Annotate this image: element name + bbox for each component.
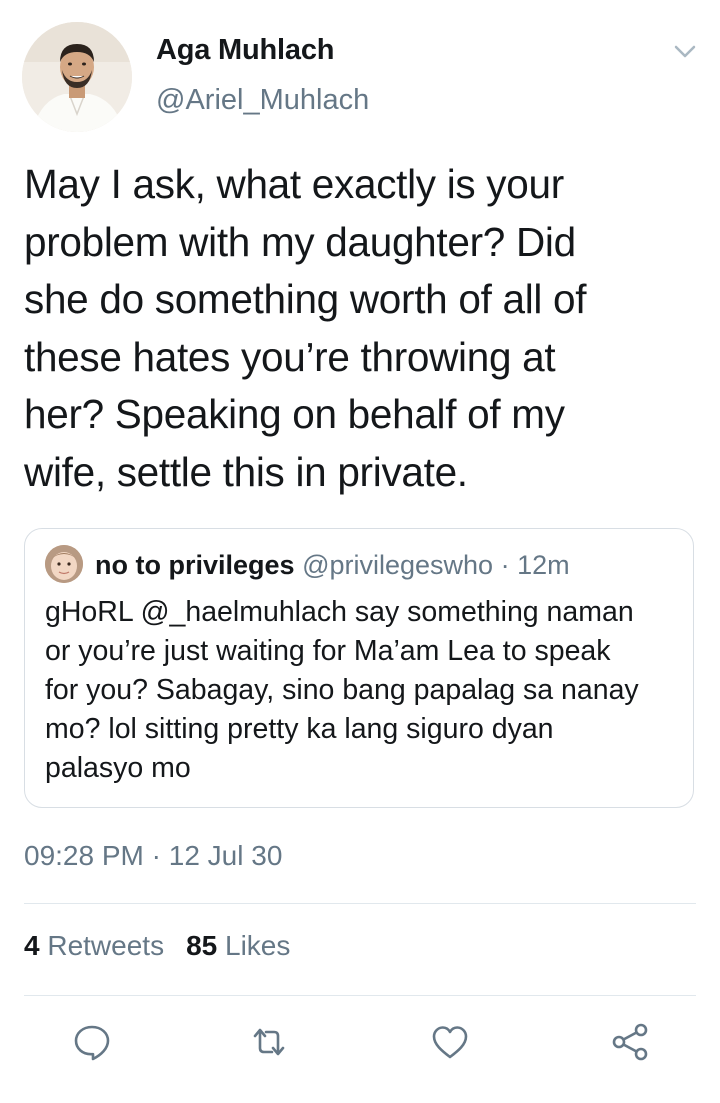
tweet-detail: Aga Muhlach @Ariel_Muhlach May I ask, wh… [0,0,720,1103]
reply-icon[interactable] [72,1022,112,1062]
author-avatar[interactable] [22,22,132,132]
divider [24,903,696,904]
retweets-label: Retweets [47,930,165,961]
quoted-text-line: palasyo mo [45,752,191,784]
quoted-author-name[interactable]: no to privileges [95,550,295,580]
tweet-text-line: problem with my daughter? Did [24,218,576,265]
quoted-tweet-card[interactable]: no to privileges @privilegeswho · 12m gH… [24,528,694,808]
likes-stat[interactable]: 85 Likes [186,930,290,961]
chevron-down-icon[interactable] [670,38,700,64]
author-name[interactable]: Aga Muhlach [156,34,334,67]
author-handle[interactable]: @Ariel_Muhlach [156,84,369,117]
quoted-author-avatar[interactable] [45,545,83,583]
tweet-text-line: her? Speaking on behalf of my [24,391,565,437]
likes-count: 85 [186,930,218,961]
quoted-header: no to privileges @privilegeswho · 12m [95,550,570,581]
quoted-text: gHoRL @_haelmuhlach say something naman … [45,593,685,788]
tweet-text-line: May I ask, what exactly is your [24,161,564,207]
tweet-date: 12 Jul 30 [168,840,283,871]
tweet-text: May I ask, what exactly is your problem … [24,156,694,501]
profile-photo-icon [22,22,132,132]
quoted-time: 12m [517,550,570,580]
quoted-author-handle[interactable]: @privilegeswho [302,550,493,580]
separator-dot: · [500,550,510,580]
quoted-text-line: gHoRL @_haelmuhlach say something naman [45,596,634,628]
quoted-text-line: or you’re just waiting for Ma’am Lea to … [45,635,611,667]
tweet-text-line: wife, settle this in private. [24,448,468,495]
likes-label: Likes [225,930,291,961]
engagement-stats: 4 Retweets 85 Likes [24,930,290,962]
like-icon[interactable] [430,1022,470,1062]
divider [24,995,696,996]
tweet-text-line: she do something worth of all of [24,276,587,322]
tweet-text-line: these hates you’re throwing at [24,333,556,380]
retweets-count: 4 [24,930,40,961]
quoted-text-line: mo? lol sitting pretty ka lang siguro dy… [45,713,554,745]
retweet-icon[interactable] [249,1022,289,1062]
retweets-stat[interactable]: 4 Retweets [24,930,164,961]
separator-dot: · [151,840,161,871]
share-icon[interactable] [610,1022,650,1062]
tweet-time: 09:28 PM [24,840,144,871]
baby-photo-icon [45,545,83,583]
quoted-text-line: for you? Sabagay, sino bang papalag sa n… [45,674,639,706]
tweet-timestamp[interactable]: 09:28 PM · 12 Jul 30 [24,840,282,872]
